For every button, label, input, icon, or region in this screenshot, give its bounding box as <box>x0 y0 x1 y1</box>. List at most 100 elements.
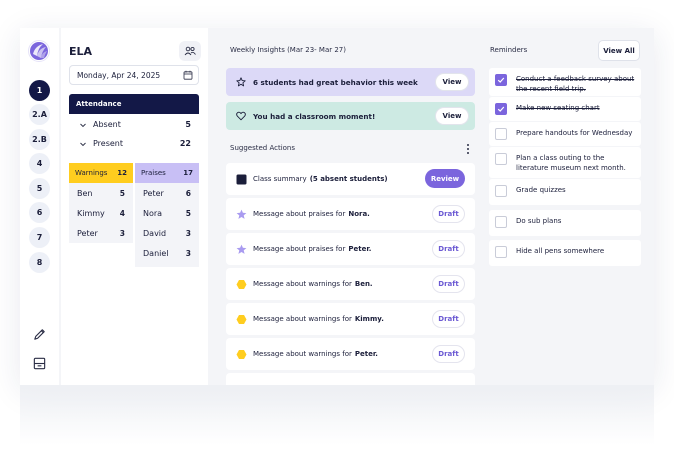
action-text: Message about warnings for <box>253 280 352 288</box>
checkbox[interactable] <box>495 128 507 140</box>
action-text: Class summary <box>253 175 307 183</box>
insight-text: 6 students had great behavior this week <box>253 77 418 87</box>
class-rail: 1 2.A 2.B 4 5 6 7 8 <box>20 28 59 385</box>
list-item[interactable]: Daniel 3 <box>135 243 199 263</box>
insights-column: Weekly Insights (Mar 23- Mar 27) 6 stude… <box>226 28 476 385</box>
action-student: Peter. <box>354 350 378 358</box>
reminder-text: Conduct a feedback survey about the rece… <box>516 75 635 93</box>
date-picker[interactable]: Monday, Apr 24, 2025 <box>69 65 199 85</box>
checkbox[interactable] <box>495 216 507 228</box>
attendance-label: Absent <box>93 120 121 129</box>
checkbox[interactable] <box>495 103 507 115</box>
reminder-item[interactable]: Plan a class outing to the literature mu… <box>489 147 641 178</box>
reminder-item[interactable]: Do sub plans <box>489 210 641 236</box>
more-options-icon[interactable] <box>466 143 470 155</box>
reminder-text: Do sub plans <box>516 217 562 225</box>
student-count: 5 <box>185 208 191 218</box>
student-name: Daniel <box>143 248 169 258</box>
insights-title: Weekly Insights (Mar 23- Mar 27) <box>230 46 346 54</box>
reminder-item[interactable]: Conduct a feedback survey about the rece… <box>489 68 641 96</box>
rail-class-4[interactable]: 4 <box>29 153 50 174</box>
rail-class-2a[interactable]: 2.A <box>29 104 50 125</box>
warnings-list: Ben 5 Kimmy 4 Peter 3 <box>69 183 133 243</box>
reminder-item[interactable]: Prepare handouts for Wednesday <box>489 122 641 146</box>
rail-class-8[interactable]: 8 <box>29 252 50 273</box>
check-icon <box>497 106 505 112</box>
rail-class-6[interactable]: 6 <box>29 202 50 223</box>
checkbox[interactable] <box>495 153 507 165</box>
reminder-text: Prepare handouts for Wednesday <box>516 129 633 137</box>
action-highlight: (5 absent students) <box>309 175 388 183</box>
list-item[interactable]: Kimmy 4 <box>69 203 133 223</box>
reminder-item[interactable]: Grade quizzes <box>489 179 641 205</box>
warnings-header[interactable]: Warnings 12 <box>69 163 133 183</box>
warning-hexagon-icon <box>236 314 247 324</box>
attendance-header: Attendance <box>69 94 199 114</box>
view-all-button[interactable]: View All <box>598 40 640 61</box>
action-student: Kimmy. <box>354 315 384 323</box>
list-item[interactable]: Ben 5 <box>69 183 133 203</box>
star-icon <box>236 77 246 87</box>
attendance-row-absent[interactable]: Absent 5 <box>69 115 199 134</box>
student-count: 4 <box>119 208 125 218</box>
rail-class-1[interactable]: 1 <box>29 80 50 101</box>
action-praise-nora[interactable]: Message about praises for Nora. Draft <box>226 198 475 230</box>
insight-text: You had a classroom moment! <box>253 111 376 121</box>
list-item[interactable]: David 3 <box>135 223 199 243</box>
window-reflection <box>20 385 654 445</box>
view-button[interactable]: View <box>435 107 469 125</box>
attendance-row-present[interactable]: Present 22 <box>69 134 199 153</box>
reminder-text: Grade quizzes <box>516 186 566 194</box>
insight-banner-behavior[interactable]: 6 students had great behavior this week … <box>226 68 475 96</box>
list-item[interactable]: Nora 5 <box>135 203 199 223</box>
rail-class-7[interactable]: 7 <box>29 227 50 248</box>
draft-button[interactable]: Draft <box>432 240 465 258</box>
attendance-count: 5 <box>185 120 191 129</box>
action-warning-peter[interactable]: Message about warnings for Peter. Draft <box>226 338 475 370</box>
draft-button[interactable]: Draft <box>432 345 465 363</box>
warnings-count: 12 <box>117 169 127 177</box>
checkbox[interactable] <box>495 185 507 197</box>
list-item[interactable]: Peter 6 <box>135 183 199 203</box>
date-label: Monday, Apr 24, 2025 <box>77 70 161 80</box>
action-class-summary[interactable]: Class summary (5 absent students) Review <box>226 163 475 195</box>
reminders-panel: Reminders View All Conduct a feedback su… <box>489 28 641 385</box>
chevron-down-icon <box>80 142 86 146</box>
attendance-count: 22 <box>179 139 191 148</box>
student-name: Nora <box>143 208 163 218</box>
class-title: ELA <box>69 45 93 58</box>
praises-label: Praises <box>141 169 166 177</box>
app-window: 1 2.A 2.B 4 5 6 7 8 ELA Monday, Apr 24, … <box>20 28 654 385</box>
reminder-item[interactable]: Make new seating chart <box>489 97 641 121</box>
draft-button[interactable]: Draft <box>432 275 465 293</box>
insight-banner-moment[interactable]: You had a classroom moment! View <box>226 102 475 130</box>
rail-class-2b[interactable]: 2.B <box>29 129 50 150</box>
group-button[interactable] <box>179 41 201 61</box>
rail-class-5[interactable]: 5 <box>29 178 50 199</box>
praises-header[interactable]: Praises 17 <box>135 163 199 183</box>
draft-button[interactable]: Draft <box>432 205 465 223</box>
heart-icon <box>236 111 246 121</box>
view-button[interactable]: View <box>435 73 469 91</box>
review-button[interactable]: Review <box>425 169 465 188</box>
archive-icon[interactable] <box>32 356 47 371</box>
reminder-text: Plan a class outing to the literature mu… <box>516 154 626 172</box>
action-student: Peter. <box>348 245 372 253</box>
warning-hexagon-icon <box>236 279 247 289</box>
student-name: David <box>143 228 167 238</box>
checkbox[interactable] <box>495 246 507 258</box>
summary-icon <box>236 174 247 184</box>
pencil-icon[interactable] <box>32 327 47 342</box>
warnings-label: Warnings <box>75 169 108 177</box>
draft-button[interactable]: Draft <box>432 310 465 328</box>
reminder-item[interactable]: Hide all pens somewhere <box>489 240 641 266</box>
list-item[interactable]: Peter 3 <box>69 223 133 243</box>
student-count: 3 <box>119 228 125 238</box>
action-partial[interactable] <box>226 373 475 385</box>
chevron-down-icon <box>80 123 86 127</box>
action-warning-ben[interactable]: Message about warnings for Ben. Draft <box>226 268 475 300</box>
action-warning-kimmy[interactable]: Message about warnings for Kimmy. Draft <box>226 303 475 335</box>
checkbox[interactable] <box>495 74 507 86</box>
action-text: Message about warnings for <box>253 315 352 323</box>
action-praise-peter[interactable]: Message about praises for Peter. Draft <box>226 233 475 265</box>
